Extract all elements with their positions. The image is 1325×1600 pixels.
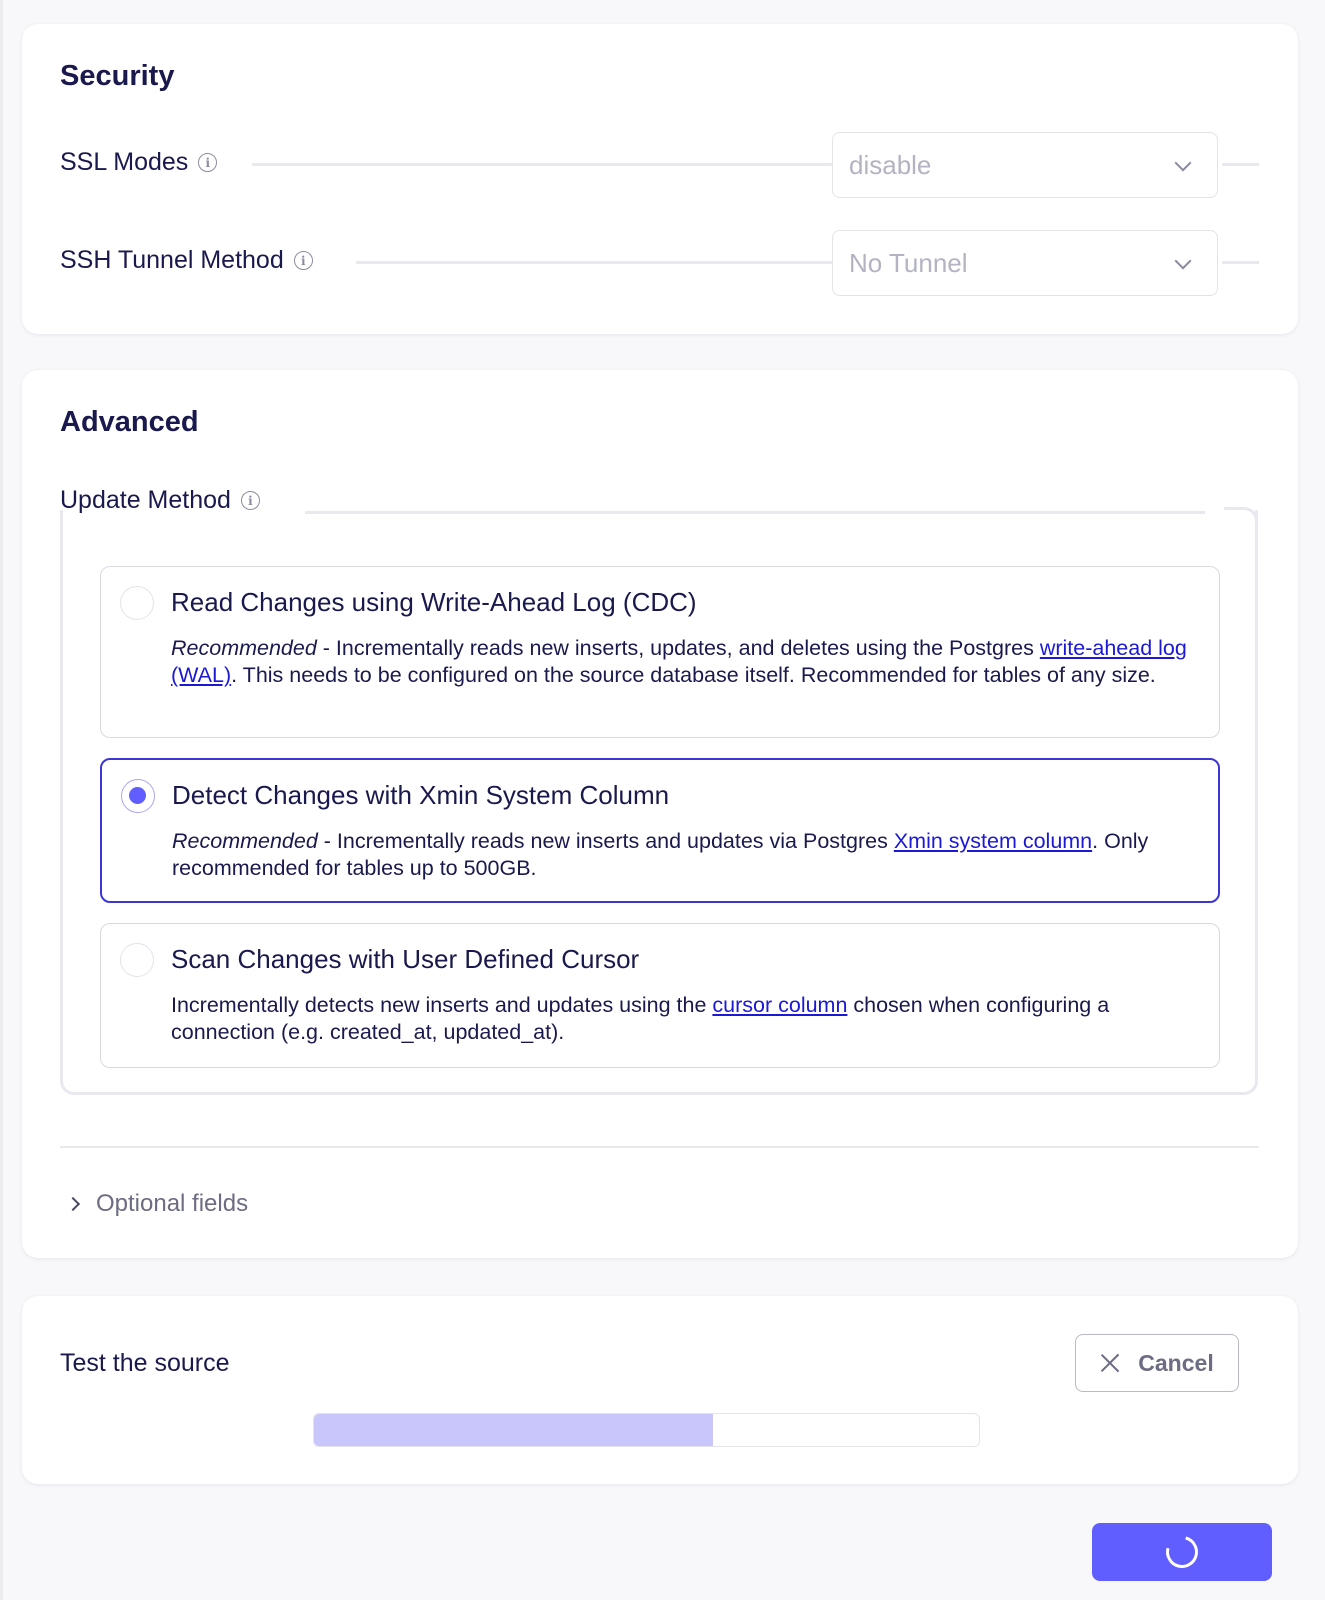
window-edge [0, 0, 3, 1600]
option-cdc-radio[interactable] [120, 586, 154, 620]
option-xmin-prefix: Recommended [172, 829, 318, 853]
option-cdc-title: Read Changes using Write-Ahead Log (CDC) [171, 587, 697, 617]
optional-fields-toggle[interactable]: Optional fields [65, 1190, 249, 1218]
option-cursor-description: Incrementally detects new inserts and up… [171, 992, 1191, 1046]
xmin-link[interactable]: Xmin system column [894, 829, 1092, 853]
info-icon[interactable]: i [240, 491, 260, 510]
spinner-icon [1160, 1530, 1204, 1574]
security-card: Security SSL Modes i disable SSH Tunnel … [22, 24, 1298, 334]
advanced-separator [60, 1146, 1259, 1148]
info-icon[interactable]: i [293, 251, 313, 270]
update-method-group-corner [1224, 507, 1258, 539]
cursor-column-link[interactable]: cursor column [712, 993, 847, 1017]
option-xmin[interactable]: Detect Changes with Xmin System Column R… [100, 758, 1220, 903]
close-icon [1100, 1353, 1120, 1373]
option-cursor[interactable]: Scan Changes with User Defined Cursor In… [100, 923, 1220, 1068]
option-cdc-prefix: Recommended [171, 636, 317, 660]
ssl-modes-label-text: SSL Modes [60, 148, 189, 176]
submit-button[interactable] [1092, 1523, 1272, 1581]
test-title: Test the source [60, 1349, 230, 1377]
ssl-modes-select[interactable]: disable [832, 132, 1218, 198]
option-xmin-title: Detect Changes with Xmin System Column [172, 780, 670, 810]
chevron-down-icon [1174, 252, 1192, 270]
option-xmin-description: Recommended - Incrementally reads new in… [172, 828, 1190, 882]
ssh-tunnel-value: No Tunnel [849, 247, 968, 278]
ssh-tunnel-label-text: SSH Tunnel Method [60, 246, 284, 274]
ssl-modes-trailing-line [1222, 163, 1259, 166]
cancel-button[interactable]: Cancel [1075, 1334, 1239, 1392]
ssh-tunnel-divider [356, 261, 832, 264]
option-cursor-radio[interactable] [120, 943, 154, 977]
ssh-tunnel-trailing-line [1222, 261, 1259, 264]
option-cursor-title: Scan Changes with User Defined Cursor [171, 944, 640, 974]
security-title: Security [60, 60, 175, 92]
chevron-right-icon [65, 1196, 81, 1212]
ssl-modes-divider [252, 163, 832, 166]
advanced-title: Advanced [60, 406, 199, 438]
option-cdc-text-before: - Incrementally reads new inserts, updat… [316, 636, 1040, 660]
test-progress-bar [313, 1413, 980, 1447]
optional-fields-label: Optional fields [96, 1190, 249, 1217]
option-cdc[interactable]: Read Changes using Write-Ahead Log (CDC)… [100, 566, 1220, 738]
ssl-modes-label: SSL Modes i [60, 148, 218, 177]
advanced-card: Advanced Update Method i Read Changes us… [22, 370, 1298, 1258]
option-cdc-description: Recommended - Incrementally reads new in… [171, 635, 1191, 689]
option-cdc-text-after: . This needs to be configured on the sou… [231, 663, 1156, 687]
ssl-modes-value: disable [849, 149, 932, 180]
info-icon[interactable]: i [198, 153, 218, 172]
cancel-label: Cancel [1138, 1349, 1214, 1376]
ssh-tunnel-select[interactable]: No Tunnel [832, 230, 1218, 296]
option-xmin-text-before: - Incrementally reads new inserts and up… [317, 829, 894, 853]
ssh-tunnel-label: SSH Tunnel Method i [60, 246, 313, 275]
chevron-down-icon [1174, 154, 1192, 172]
option-xmin-radio[interactable] [121, 779, 155, 813]
option-cursor-text-before: Incrementally detects new inserts and up… [171, 993, 713, 1017]
test-progress-fill [314, 1414, 713, 1446]
